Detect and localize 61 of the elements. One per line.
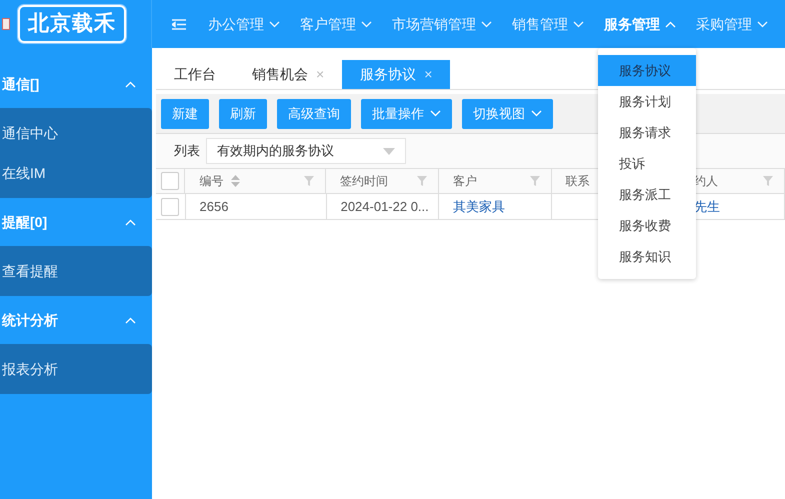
- column-header: 签约时间: [340, 173, 388, 190]
- sidebar-item[interactable]: 在线IM: [0, 153, 152, 193]
- caret-icon: [383, 148, 395, 154]
- chevron-icon: [361, 20, 372, 28]
- dropdown-item[interactable]: 服务派工: [598, 179, 696, 210]
- dropdown-item[interactable]: 服务收费: [598, 210, 696, 241]
- sidebar-section[interactable]: 通信[]: [0, 60, 152, 108]
- nav-menu-item[interactable]: 客户管理: [290, 14, 382, 34]
- toolbar-button[interactable]: 切换视图: [462, 98, 553, 128]
- filter-label: 列表: [174, 142, 200, 160]
- table-cell-text: 2024-01-22 0...: [340, 198, 429, 216]
- sidebar-item[interactable]: 通信中心: [0, 113, 152, 153]
- chevron-icon: [665, 20, 676, 28]
- list-select[interactable]: 有效期内的服务协议: [206, 138, 406, 164]
- dropdown-item[interactable]: 服务请求: [598, 117, 696, 148]
- menu-icon[interactable]: [172, 18, 186, 30]
- dropdown-item[interactable]: 服务计划: [598, 86, 696, 117]
- close-icon[interactable]: ×: [316, 64, 324, 85]
- filter-icon: [303, 175, 316, 187]
- chevron-icon: [531, 110, 542, 117]
- filter-icon: [416, 175, 428, 187]
- sidebar-section[interactable]: 统计分析: [0, 296, 152, 344]
- filter-icon: [528, 175, 541, 187]
- chevron-icon: [430, 110, 441, 117]
- chevron-icon: [757, 20, 768, 28]
- nav-menu-item[interactable]: 办公管理: [198, 14, 290, 34]
- tab[interactable]: 销售机会 ×: [234, 60, 342, 89]
- sidebar-item[interactable]: 报表分析: [0, 349, 152, 389]
- checkbox[interactable]: [161, 198, 180, 216]
- sidebar-section[interactable]: 提醒[0]: [0, 198, 152, 246]
- logo-mark-icon: [2, 18, 10, 30]
- dropdown-item[interactable]: 投诉: [598, 148, 696, 179]
- link[interactable]: 其美家具: [453, 196, 506, 216]
- table-cell-text: 2656: [200, 198, 228, 216]
- nav-menu-item[interactable]: 服务管理: [594, 14, 686, 34]
- tab[interactable]: 工作台: [156, 60, 234, 89]
- tab[interactable]: 服务协议 ×: [342, 60, 450, 89]
- column-header: 联系: [566, 173, 590, 190]
- sort-icon[interactable]: [231, 175, 240, 187]
- column-header: 编号: [199, 173, 224, 190]
- sidebar-item[interactable]: 查看提醒: [0, 251, 152, 291]
- chevron-icon: [269, 20, 280, 28]
- chevron-icon: [573, 20, 584, 28]
- toolbar-button[interactable]: 批量操作: [361, 98, 452, 128]
- nav-menu-item[interactable]: 采购管理: [686, 14, 778, 34]
- column-header: 客户: [452, 173, 477, 190]
- nav-menu-item[interactable]: 销售管理: [502, 14, 594, 34]
- chevron-icon: [125, 316, 136, 324]
- dropdown-item[interactable]: 服务协议: [598, 55, 696, 86]
- checkbox[interactable]: [161, 172, 180, 190]
- close-icon[interactable]: ×: [424, 64, 432, 85]
- chevron-icon: [125, 218, 136, 226]
- toolbar-button[interactable]: 新建: [161, 98, 209, 128]
- logo: 北京载禾: [18, 5, 126, 43]
- chevron-icon: [125, 80, 136, 88]
- filter-icon: [762, 175, 774, 187]
- chevron-icon: [481, 20, 492, 28]
- toolbar-button[interactable]: 刷新: [219, 98, 267, 128]
- nav-menu-item[interactable]: 市场营销管理: [382, 14, 502, 34]
- toolbar-button[interactable]: 高级查询: [277, 98, 351, 128]
- dropdown-item[interactable]: 服务知识: [598, 241, 696, 272]
